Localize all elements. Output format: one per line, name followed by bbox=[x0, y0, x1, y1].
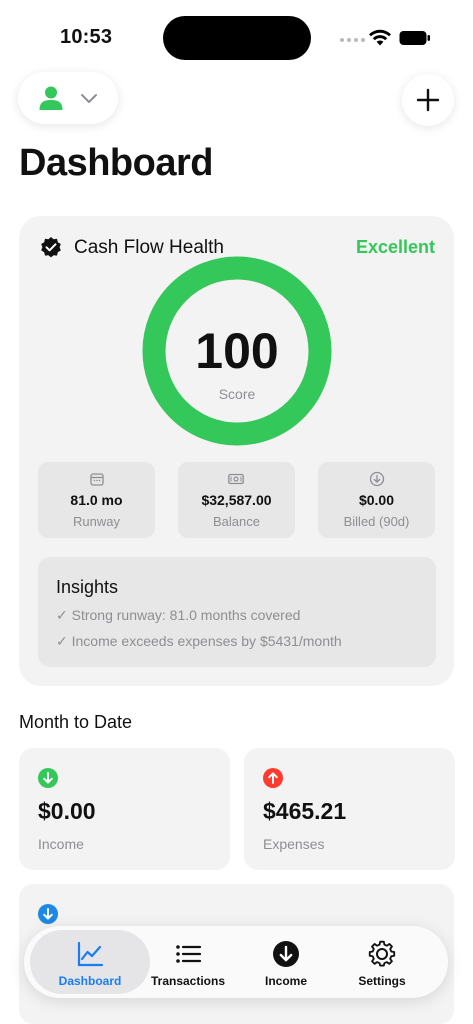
arrow-down-circle-icon bbox=[38, 904, 58, 924]
wifi-icon bbox=[369, 29, 391, 46]
insights-title: Insights bbox=[56, 577, 119, 597]
stat-tile-balance: $32,587.00 Balance bbox=[178, 462, 295, 538]
profile-switcher-button[interactable] bbox=[18, 72, 118, 124]
add-button[interactable] bbox=[402, 74, 454, 126]
list-icon bbox=[176, 945, 202, 963]
expenses-value: $465.21 bbox=[263, 798, 347, 824]
insight-item: ✓ Income exceeds expenses by $5431/month bbox=[56, 633, 342, 649]
tab-label: Settings bbox=[358, 974, 406, 988]
stat-label: Runway bbox=[73, 514, 120, 529]
tab-dashboard[interactable]: Dashboard bbox=[30, 930, 150, 994]
arrow-down-circle-icon bbox=[369, 471, 385, 487]
tab-transactions[interactable]: Transactions bbox=[136, 930, 240, 994]
insight-item: ✓ Strong runway: 81.0 months covered bbox=[56, 607, 301, 623]
stat-tile-billed: $0.00 Billed (90d) bbox=[318, 462, 435, 538]
income-label: Income bbox=[38, 836, 84, 852]
stat-value: $32,587.00 bbox=[201, 492, 272, 508]
expenses-card[interactable]: $465.21 Expenses bbox=[244, 748, 455, 870]
status-time: 10:53 bbox=[60, 26, 113, 48]
stat-label: Balance bbox=[213, 514, 260, 529]
arrow-down-circle-icon bbox=[273, 941, 299, 967]
banknote-icon bbox=[228, 473, 244, 485]
person-icon bbox=[39, 86, 63, 110]
tab-label: Dashboard bbox=[58, 974, 122, 988]
insights-box: Insights ✓ Strong runway: 81.0 months co… bbox=[38, 557, 436, 667]
income-value: $0.00 bbox=[38, 798, 96, 824]
tab-settings[interactable]: Settings bbox=[330, 930, 434, 994]
expenses-label: Expenses bbox=[263, 836, 325, 852]
calendar-icon bbox=[90, 473, 104, 486]
arrow-up-circle-icon bbox=[263, 768, 283, 788]
status-bar: 10:53 bbox=[0, 0, 473, 70]
tab-bar: Dashboard Transactions Income Settings bbox=[24, 926, 448, 998]
page-title: Dashboard bbox=[19, 142, 213, 184]
income-card[interactable]: $0.00 Income bbox=[19, 748, 230, 870]
cellular-signal-icon bbox=[340, 38, 365, 42]
stat-value: $0.00 bbox=[358, 492, 395, 508]
tab-label: Income bbox=[264, 974, 307, 988]
plus-icon bbox=[416, 88, 440, 112]
gear-icon bbox=[368, 940, 396, 967]
score-value: 100 bbox=[195, 323, 279, 379]
chevron-down-icon bbox=[81, 94, 97, 103]
health-status: Excellent bbox=[355, 237, 435, 257]
dynamic-island bbox=[163, 16, 311, 60]
stat-label: Billed (90d) bbox=[343, 514, 410, 529]
stat-tile-runway: 81.0 mo Runway bbox=[38, 462, 155, 538]
stat-value: 81.0 mo bbox=[70, 492, 123, 508]
cash-flow-health-card: Cash Flow Health Excellent 100 Score 81.… bbox=[19, 216, 454, 686]
tab-label: Transactions bbox=[150, 974, 226, 988]
month-to-date-title: Month to Date bbox=[19, 712, 133, 732]
tab-income[interactable]: Income bbox=[234, 930, 338, 994]
score-label: Score bbox=[218, 386, 256, 402]
battery-icon bbox=[399, 31, 430, 45]
verified-badge-icon bbox=[41, 237, 61, 258]
arrow-down-circle-icon bbox=[38, 768, 58, 788]
chart-line-icon bbox=[77, 941, 104, 967]
